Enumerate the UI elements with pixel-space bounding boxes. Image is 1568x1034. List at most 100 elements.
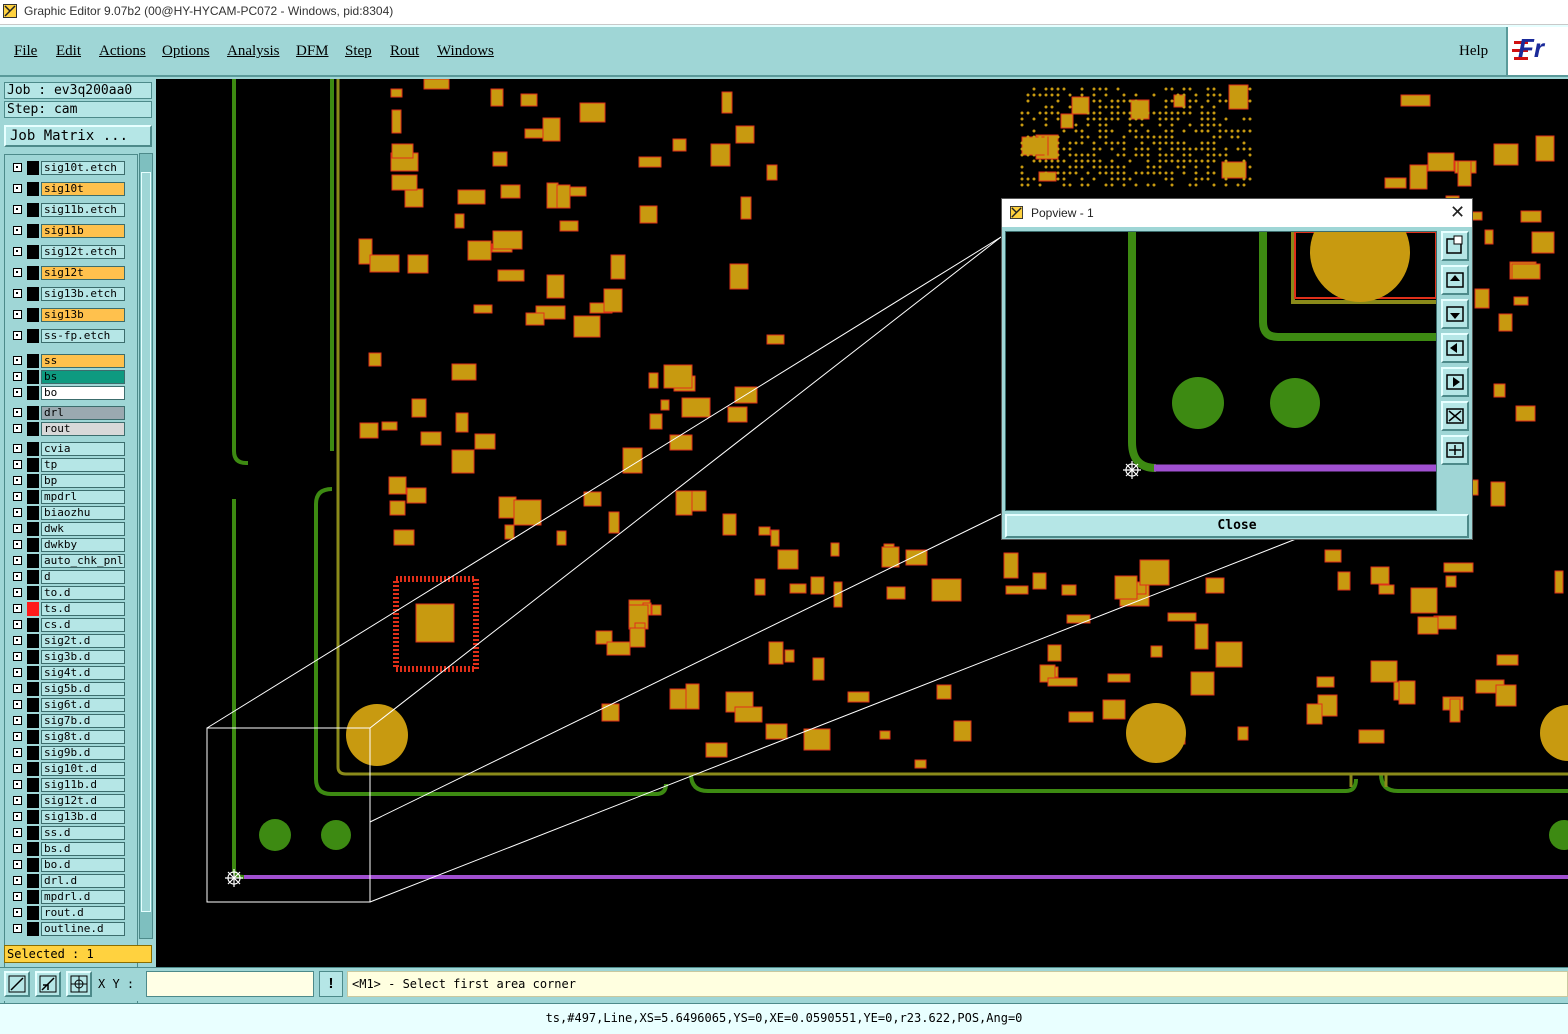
layer-checkbox[interactable] [13,924,22,933]
layer-name[interactable]: cs.d [41,618,125,632]
layer-checkbox[interactable] [13,908,22,917]
pan-up-button[interactable] [1441,265,1469,295]
layer-name[interactable]: sig12t [41,266,125,280]
layer-checkbox[interactable] [13,310,22,319]
layer-name[interactable]: sig10t.d [41,762,125,776]
layer-name[interactable]: ss-fp.etch [41,329,125,343]
layer-name[interactable]: ss [41,354,125,368]
menu-help[interactable]: Help [1459,43,1488,60]
menu-dfm[interactable]: DFM [296,43,329,60]
layer-checkbox[interactable] [13,331,22,340]
layer-row[interactable]: outline.d [7,922,127,936]
layer-name[interactable]: sig10t.etch [41,161,125,175]
layer-checkbox[interactable] [13,476,22,485]
layer-checkbox[interactable] [13,424,22,433]
layer-checkbox[interactable] [13,289,22,298]
layer-name[interactable]: sig5b.d [41,682,125,696]
layer-name[interactable]: bs.d [41,842,125,856]
layer-name[interactable]: sig2t.d [41,634,125,648]
layer-row[interactable]: dwk [7,522,127,536]
layer-row[interactable]: sig3b.d [7,650,127,664]
layer-checkbox[interactable] [13,844,22,853]
layer-name[interactable]: bs [41,370,125,384]
layer-name[interactable]: bo.d [41,858,125,872]
layer-name[interactable]: sig13b.etch [41,287,125,301]
layer-row[interactable]: sig11b.d [7,778,127,792]
layer-checkbox[interactable] [13,636,22,645]
layer-row[interactable]: mpdrl.d [7,890,127,904]
layer-row[interactable]: sig12t.etch [7,245,127,259]
layer-row[interactable]: sig6t.d [7,698,127,712]
job-matrix-button[interactable]: Job Matrix ... [4,125,152,147]
layer-name[interactable]: sig13b [41,308,125,322]
layer-row[interactable]: d [7,570,127,584]
layer-checkbox[interactable] [13,796,22,805]
layer-name[interactable]: sig7b.d [41,714,125,728]
layer-row[interactable]: mpdrl [7,490,127,504]
layer-checkbox[interactable] [13,205,22,214]
layer-name[interactable]: cvia [41,442,125,456]
layer-name[interactable]: d [41,570,125,584]
layer-name[interactable]: auto_chk_pnl [41,554,125,568]
layer-name[interactable]: sig12t.d [41,794,125,808]
layer-row[interactable]: sig10t.etch [7,161,127,175]
layer-name[interactable]: sig12t.etch [41,245,125,259]
layer-checkbox[interactable] [13,684,22,693]
popview-canvas[interactable] [1005,231,1437,511]
layer-row[interactable]: dwkby [7,538,127,552]
layer-name[interactable]: drl [41,406,125,420]
layer-row[interactable]: bs [7,370,127,384]
layer-row[interactable]: rout.d [7,906,127,920]
layer-row[interactable]: cvia [7,442,127,456]
layer-checkbox[interactable] [13,620,22,629]
layer-checkbox[interactable] [13,226,22,235]
layer-name[interactable]: dwkby [41,538,125,552]
layer-row[interactable]: cs.d [7,618,127,632]
layer-checkbox[interactable] [13,408,22,417]
layer-checkbox[interactable] [13,700,22,709]
layer-row[interactable]: bp [7,474,127,488]
layer-row[interactable]: ts.d [7,602,127,616]
layer-checkbox[interactable] [13,716,22,725]
layer-checkbox[interactable] [13,460,22,469]
layer-row[interactable]: sig10t.d [7,762,127,776]
popview-titlebar[interactable]: Popview - 1 ✕ [1002,199,1472,227]
layer-name[interactable]: bo [41,386,125,400]
exclaim-button[interactable]: ! [319,971,343,997]
layer-checkbox[interactable] [13,764,22,773]
menu-file[interactable]: File [14,43,37,60]
layer-checkbox[interactable] [13,876,22,885]
layer-row[interactable]: ss-fp.etch [7,329,127,343]
layer-checkbox[interactable] [13,184,22,193]
layer-scrollbar[interactable] [139,153,153,939]
layer-name[interactable]: ss.d [41,826,125,840]
layer-row[interactable]: sig10t [7,182,127,196]
layer-row[interactable]: sig8t.d [7,730,127,744]
layer-name[interactable]: sig4t.d [41,666,125,680]
layer-checkbox[interactable] [13,572,22,581]
layer-row[interactable]: auto_chk_pnl [7,554,127,568]
layer-row[interactable]: sig12t [7,266,127,280]
layer-checkbox[interactable] [13,444,22,453]
layer-name[interactable]: sig9b.d [41,746,125,760]
menu-actions[interactable]: Actions [99,43,146,60]
layer-name[interactable]: sig13b.d [41,810,125,824]
layer-name[interactable]: to.d [41,586,125,600]
layer-name[interactable]: drl.d [41,874,125,888]
layer-checkbox[interactable] [13,812,22,821]
layer-checkbox[interactable] [13,508,22,517]
layer-row[interactable]: sig13b [7,308,127,322]
layer-row[interactable]: sig11b.etch [7,203,127,217]
layer-checkbox[interactable] [13,372,22,381]
scrollbar-thumb[interactable] [141,172,151,912]
layer-row[interactable]: sig4t.d [7,666,127,680]
layer-row[interactable]: tp [7,458,127,472]
layer-checkbox[interactable] [13,163,22,172]
layer-name[interactable]: dwk [41,522,125,536]
layer-name[interactable]: biaozhu [41,506,125,520]
layer-name[interactable]: tp [41,458,125,472]
layer-checkbox[interactable] [13,268,22,277]
pan-down-button[interactable] [1441,299,1469,329]
menu-rout[interactable]: Rout [390,43,419,60]
menu-options[interactable]: Options [162,43,210,60]
